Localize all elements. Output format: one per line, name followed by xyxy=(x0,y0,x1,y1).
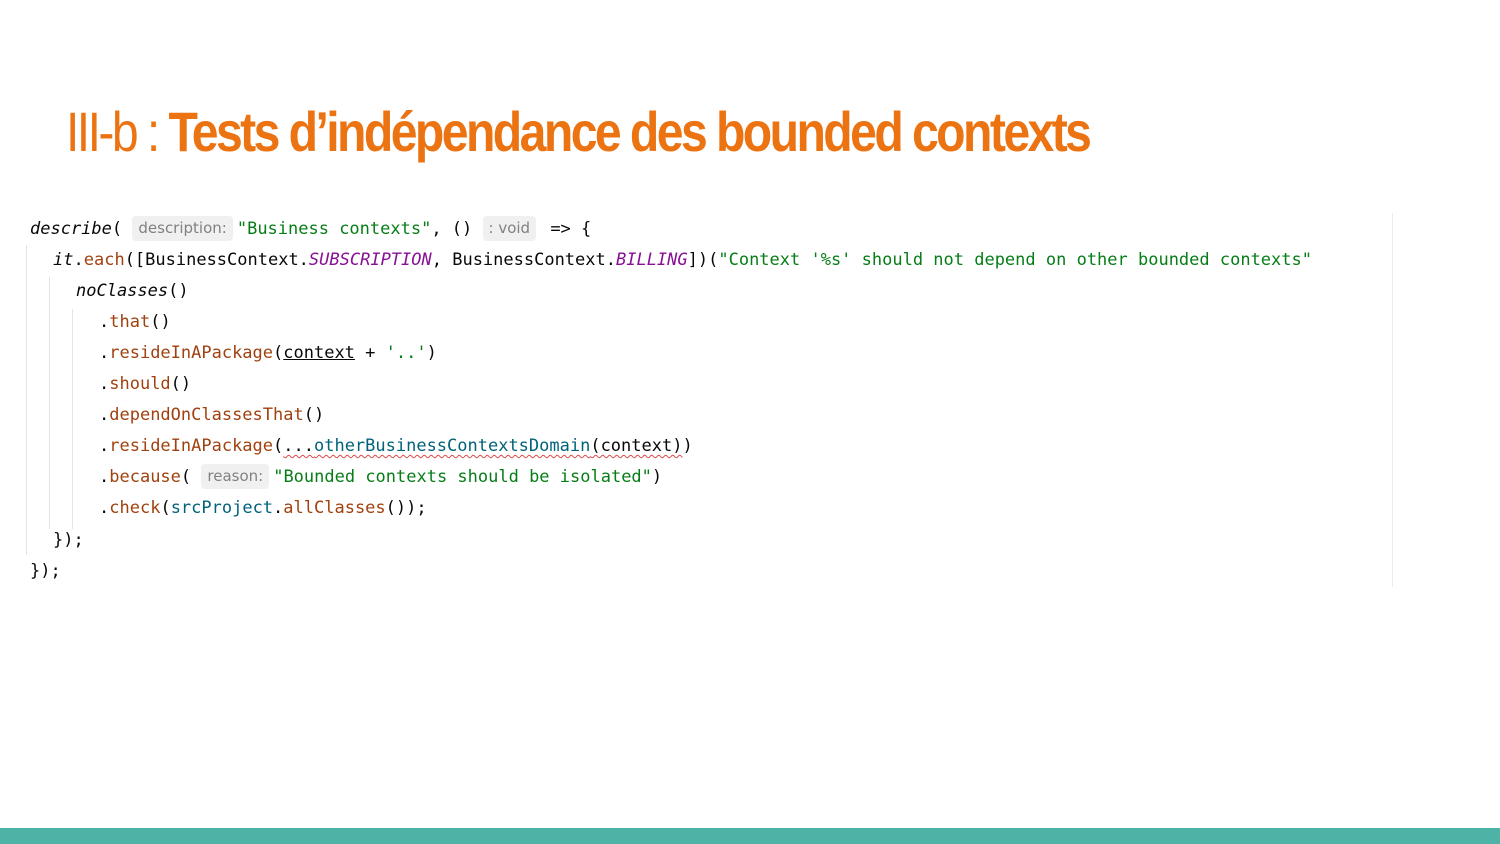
slide-title: III-b : Tests d’indépendance des bounded… xyxy=(66,96,1092,168)
code-line-10[interactable]: .check(srcProject.allClasses()); xyxy=(99,493,427,524)
context-variable: context xyxy=(283,343,355,363)
noclasses-call: noClasses xyxy=(76,281,169,301)
indent-guide xyxy=(26,245,27,555)
code-line-11[interactable]: }); xyxy=(53,525,84,556)
slide-title-main: Tests d’indépendance des bounded context… xyxy=(168,100,1091,163)
string-literal: "Business contexts" xyxy=(236,219,432,239)
code-line-2[interactable]: it.each([BusinessContext.SUBSCRIPTION, B… xyxy=(53,245,1312,276)
slide-title-prefix: III-b : xyxy=(66,100,169,163)
each-call: each xyxy=(83,250,125,270)
code-line-5[interactable]: .resideInAPackage(context + '..') xyxy=(99,338,437,369)
code-line-9[interactable]: .because( reason: "Bounded contexts shoul… xyxy=(99,462,662,493)
code-line-6[interactable]: .should() xyxy=(99,369,191,400)
constant-billing: BILLING xyxy=(615,250,688,270)
slide-footer-bar xyxy=(0,828,1500,844)
code-line-12[interactable]: }); xyxy=(30,556,61,587)
src-project-variable: srcProject xyxy=(170,498,274,518)
string-literal: "Context '%s' should not depend on other… xyxy=(718,250,1312,270)
code-line-7[interactable]: .dependOnClassesThat() xyxy=(99,400,324,431)
param-hint-reason: reason: xyxy=(201,464,270,489)
param-hint-description: description: xyxy=(132,216,233,241)
indent-guide xyxy=(72,309,73,529)
describe-call: describe xyxy=(30,219,112,239)
type-hint-void: : void xyxy=(482,216,537,241)
indent-guide xyxy=(49,277,50,529)
code-line-3[interactable]: noClasses() xyxy=(76,276,189,307)
other-contexts-function: otherBusinessContextsDomain xyxy=(313,436,591,456)
code-line-8[interactable]: .resideInAPackage(...otherBusinessContex… xyxy=(99,431,693,462)
code-editor-panel: describe( description: "Business contexts… xyxy=(0,213,1500,587)
right-margin-guide xyxy=(1392,213,1393,587)
code-line-1[interactable]: describe( description: "Business contexts… xyxy=(30,214,591,245)
code-line-4[interactable]: .that() xyxy=(99,307,171,338)
error-squiggle: ...otherBusinessContextsDomain(context) xyxy=(283,436,683,456)
string-literal: "Bounded contexts should be isolated" xyxy=(273,467,652,487)
constant-subscription: SUBSCRIPTION xyxy=(308,250,432,270)
